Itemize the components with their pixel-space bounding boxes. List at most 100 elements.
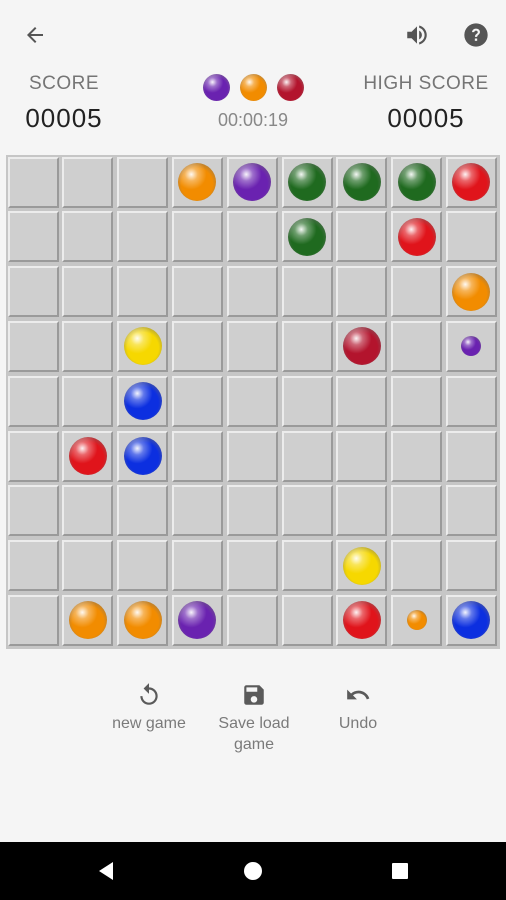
board-cell[interactable] bbox=[226, 211, 278, 263]
board-cell[interactable] bbox=[226, 375, 278, 427]
board-cell[interactable] bbox=[62, 485, 114, 537]
board-cell[interactable] bbox=[391, 540, 443, 592]
undo-icon bbox=[347, 689, 370, 700]
green-ball[interactable] bbox=[342, 163, 381, 201]
board-cell[interactable] bbox=[281, 320, 333, 372]
board-cell[interactable] bbox=[445, 540, 497, 592]
board-cell[interactable] bbox=[117, 485, 169, 537]
board-cell[interactable] bbox=[281, 430, 333, 482]
nav-back-button[interactable] bbox=[76, 842, 136, 900]
board-cell[interactable] bbox=[226, 594, 278, 646]
board-cell[interactable] bbox=[281, 266, 333, 318]
board-cell[interactable] bbox=[62, 320, 114, 372]
board-cell[interactable] bbox=[62, 540, 114, 592]
orange-ball-small[interactable] bbox=[406, 610, 427, 631]
board-cell[interactable] bbox=[391, 375, 443, 427]
board-cell[interactable] bbox=[117, 156, 169, 208]
board-cell[interactable] bbox=[391, 266, 443, 318]
help-icon bbox=[464, 23, 488, 47]
board-cell[interactable] bbox=[281, 485, 333, 537]
board-cell[interactable] bbox=[62, 156, 114, 208]
top-bar bbox=[0, 0, 506, 70]
board-cell[interactable] bbox=[391, 485, 443, 537]
new-game-button[interactable]: new game bbox=[104, 682, 194, 734]
refresh-icon bbox=[140, 683, 158, 705]
green-ball[interactable] bbox=[288, 217, 326, 256]
board-cell[interactable] bbox=[171, 375, 223, 427]
blue-ball[interactable] bbox=[123, 437, 162, 475]
purple-ball[interactable] bbox=[233, 163, 272, 201]
blue-ball[interactable] bbox=[123, 382, 162, 421]
board-cell[interactable] bbox=[445, 485, 497, 537]
board-cell[interactable] bbox=[391, 320, 443, 372]
board-cell[interactable] bbox=[7, 320, 59, 372]
score-value: 00005 bbox=[25, 103, 103, 133]
board-cell[interactable] bbox=[7, 430, 59, 482]
board-cell[interactable] bbox=[171, 266, 223, 318]
board-cell[interactable] bbox=[391, 430, 443, 482]
board-cell[interactable] bbox=[226, 320, 278, 372]
board-cell[interactable] bbox=[7, 266, 59, 318]
sound-button[interactable] bbox=[397, 15, 437, 55]
board-cell[interactable] bbox=[117, 211, 169, 263]
board-cell[interactable] bbox=[445, 375, 497, 427]
board-cell[interactable] bbox=[226, 485, 278, 537]
back-button[interactable] bbox=[15, 15, 55, 55]
high-score-label: HIGH SCORE bbox=[363, 73, 489, 94]
save-icon bbox=[244, 685, 264, 705]
board-cell[interactable] bbox=[7, 485, 59, 537]
save-load-button[interactable]: Save load game bbox=[206, 682, 302, 755]
board-cell[interactable] bbox=[62, 266, 114, 318]
arrow-back-icon bbox=[27, 27, 43, 43]
red-ball[interactable] bbox=[397, 217, 436, 256]
high-score-panel: HIGH SCORE 00005 bbox=[360, 73, 492, 134]
board-cell[interactable] bbox=[281, 540, 333, 592]
crimson-ball[interactable] bbox=[342, 327, 381, 366]
board-cell[interactable] bbox=[336, 485, 388, 537]
board-cell[interactable] bbox=[171, 211, 223, 263]
board-cell[interactable] bbox=[62, 375, 114, 427]
yellow-ball[interactable] bbox=[123, 327, 162, 366]
nav-recents-button[interactable] bbox=[370, 842, 430, 900]
board-cell[interactable] bbox=[336, 266, 388, 318]
board-cell[interactable] bbox=[7, 594, 59, 646]
board-cell[interactable] bbox=[445, 211, 497, 263]
board-cell[interactable] bbox=[7, 375, 59, 427]
green-ball[interactable] bbox=[397, 163, 436, 201]
board-cell[interactable] bbox=[171, 540, 223, 592]
board-cell[interactable] bbox=[171, 485, 223, 537]
board-cell[interactable] bbox=[171, 430, 223, 482]
undo-button[interactable]: Undo bbox=[318, 682, 398, 734]
next-crimson-ball bbox=[277, 74, 304, 101]
nav-home-button[interactable] bbox=[223, 842, 283, 900]
board-cell[interactable] bbox=[226, 540, 278, 592]
board-cell[interactable] bbox=[117, 266, 169, 318]
board-cell[interactable] bbox=[281, 594, 333, 646]
help-button[interactable] bbox=[456, 15, 496, 55]
board-cell[interactable] bbox=[7, 211, 59, 263]
board-cell[interactable] bbox=[7, 540, 59, 592]
orange-ball[interactable] bbox=[452, 272, 491, 311]
board-cell[interactable] bbox=[117, 540, 169, 592]
board-cell[interactable] bbox=[226, 430, 278, 482]
yellow-ball[interactable] bbox=[342, 546, 381, 585]
nav-recents-icon bbox=[392, 863, 408, 879]
board-cell[interactable] bbox=[7, 156, 59, 208]
orange-ball[interactable] bbox=[68, 601, 107, 640]
board-cell[interactable] bbox=[226, 266, 278, 318]
game-board bbox=[6, 155, 500, 649]
board-cell[interactable] bbox=[445, 430, 497, 482]
red-ball[interactable] bbox=[68, 437, 107, 475]
board-cell[interactable] bbox=[281, 375, 333, 427]
board-cell[interactable] bbox=[171, 320, 223, 372]
board-cell[interactable] bbox=[62, 211, 114, 263]
board-cell[interactable] bbox=[336, 375, 388, 427]
green-ball[interactable] bbox=[288, 163, 326, 201]
board-cell[interactable] bbox=[336, 430, 388, 482]
volume-icon bbox=[407, 25, 427, 45]
orange-ball[interactable] bbox=[123, 601, 162, 640]
next-orange-ball bbox=[240, 74, 267, 101]
new-game-label: new game bbox=[112, 715, 186, 732]
red-ball[interactable] bbox=[342, 601, 381, 640]
board-cell[interactable] bbox=[336, 211, 388, 263]
